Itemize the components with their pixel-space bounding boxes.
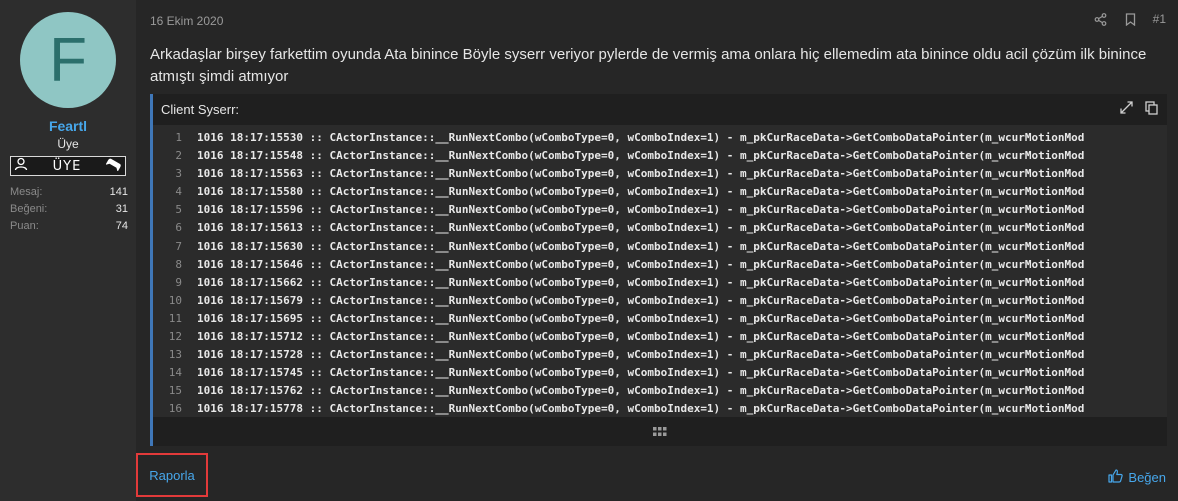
- avatar[interactable]: F: [20, 12, 116, 108]
- code-line: 5 1016 18:17:15596 :: CActorInstance::__R…: [153, 201, 1167, 219]
- code-line-text: 1016 18:17:15613 :: CActorInstance::__Ru…: [197, 221, 1085, 235]
- copy-icon[interactable]: [1145, 100, 1158, 118]
- report-link[interactable]: Raporla: [136, 453, 208, 497]
- code-line-number: 1: [175, 131, 182, 144]
- code-line-number: 16: [168, 402, 182, 416]
- code-line-number: 6: [175, 221, 182, 235]
- user-title: Üye: [57, 137, 79, 151]
- code-line-text: 1016 18:17:15662 :: CActorInstance::__Ru…: [197, 275, 1085, 289]
- gamepad-icon: [105, 157, 122, 176]
- code-line: 4 1016 18:17:15580 :: CActorInstance::__R…: [153, 183, 1167, 201]
- grid-icon[interactable]: [653, 424, 667, 442]
- code-line: 6 1016 18:17:15613 :: CActorInstance::__R…: [153, 219, 1167, 237]
- code-line-number: 3: [175, 167, 182, 181]
- code-line: 10 1016 18:17:15679 :: CActorInstance::__…: [153, 292, 1167, 310]
- code-line-text: 1016 18:17:15728 :: CActorInstance::__Ru…: [197, 348, 1085, 362]
- code-line-text: 1016 18:17:15596 :: CActorInstance::__Ru…: [197, 203, 1085, 217]
- stat-messages: Mesaj: 141: [10, 186, 128, 198]
- post-text: Arkadaşlar birşey farkettim oyunda Ata b…: [150, 46, 1147, 85]
- code-line-text: 1016 18:17:15762 :: CActorInstance::__Ru…: [197, 384, 1085, 398]
- code-lines: 1 1016 18:17:15530 :: CActorInstance::__R…: [153, 125, 1167, 417]
- code-line-text: 1016 18:17:15712 :: CActorInstance::__Ru…: [197, 330, 1085, 344]
- code-line-number: 14: [168, 366, 182, 380]
- code-line: 11 1016 18:17:15695 :: CActorInstance::__…: [153, 310, 1167, 328]
- user-sidebar: F Feartl Üye ÜYE Mesaj: 141 Beğeni: 31 P…: [0, 0, 136, 501]
- code-line-number: 7: [175, 239, 182, 253]
- user-banner: ÜYE: [10, 156, 126, 176]
- code-title: Client Syserr:: [161, 101, 240, 117]
- code-line: 9 1016 18:17:15662 :: CActorInstance::__R…: [153, 274, 1167, 292]
- code-line: 14 1016 18:17:15745 :: CActorInstance::__…: [153, 364, 1167, 382]
- code-line-number: 2: [175, 149, 182, 163]
- code-line-number: 12: [168, 330, 182, 344]
- code-line-number: 10: [168, 293, 182, 307]
- user-banner-label: ÜYE: [52, 158, 82, 174]
- post-actions: #1: [1093, 11, 1166, 27]
- thumbs-up-icon: [1108, 469, 1124, 486]
- code-line-text: 1016 18:17:15580 :: CActorInstance::__Ru…: [197, 185, 1085, 199]
- code-line-text: 1016 18:17:15695 :: CActorInstance::__Ru…: [197, 311, 1085, 325]
- code-line-text: 1016 18:17:15548 :: CActorInstance::__Ru…: [197, 149, 1085, 163]
- user-stats: Mesaj: 141 Beğeni: 31 Puan: 74: [10, 184, 128, 235]
- post-number[interactable]: #1: [1153, 12, 1166, 26]
- code-line: 8 1016 18:17:15646 :: CActorInstance::__R…: [153, 256, 1167, 274]
- code-line: 7 1016 18:17:15630 :: CActorInstance::__R…: [153, 238, 1167, 256]
- code-line: 3 1016 18:17:15563 :: CActorInstance::__R…: [153, 165, 1167, 183]
- post-date[interactable]: 16 Ekim 2020: [150, 14, 223, 28]
- code-header: Client Syserr:: [153, 94, 1167, 124]
- like-button[interactable]: Beğen: [1108, 469, 1166, 486]
- code-block: Client Syserr: 1 1016 18:17:15530 :: CAct…: [150, 94, 1167, 446]
- share-icon[interactable]: [1093, 11, 1109, 27]
- code-line-number: 13: [168, 348, 182, 362]
- code-line-text: 1016 18:17:15679 :: CActorInstance::__Ru…: [197, 293, 1085, 307]
- code-line-number: 15: [168, 384, 182, 398]
- stat-points: Puan: 74: [10, 220, 128, 232]
- code-line-number: 11: [168, 311, 182, 325]
- code-line: 12 1016 18:17:15712 :: CActorInstance::__…: [153, 328, 1167, 346]
- code-line-text: 1016 18:17:15745 :: CActorInstance::__Ru…: [197, 366, 1085, 380]
- code-line-text: 1016 18:17:15563 :: CActorInstance::__Ru…: [197, 167, 1085, 181]
- post-main: 16 Ekim 2020 #1 Arkadaşlar birşey farket…: [137, 0, 1178, 501]
- code-body[interactable]: 1 1016 18:17:15530 :: CActorInstance::__R…: [153, 125, 1167, 417]
- expand-icon[interactable]: [1120, 101, 1133, 117]
- code-line-number: 8: [175, 257, 182, 271]
- code-line-number: 9: [175, 275, 182, 289]
- code-line-text: 1016 18:17:15778 :: CActorInstance::__Ru…: [197, 402, 1085, 416]
- code-line: 13 1016 18:17:15728 :: CActorInstance::__…: [153, 346, 1167, 364]
- code-line: 1 1016 18:17:15530 :: CActorInstance::__R…: [153, 129, 1167, 147]
- code-line-text: 1016 18:17:15630 :: CActorInstance::__Ru…: [197, 239, 1085, 253]
- stat-likes: Beğeni: 31: [10, 203, 128, 215]
- like-label: Beğen: [1128, 470, 1166, 485]
- code-line-number: 4: [175, 185, 182, 199]
- username-link[interactable]: Feartl: [0, 118, 136, 134]
- code-line: 2 1016 18:17:15548 :: CActorInstance::__R…: [153, 147, 1167, 165]
- code-expand-toggle[interactable]: [153, 420, 1167, 446]
- code-line: 15 1016 18:17:15762 :: CActorInstance::__…: [153, 382, 1167, 400]
- code-line-number: 5: [175, 203, 182, 217]
- code-tools: [1120, 100, 1158, 118]
- code-line-text: 1016 18:17:15646 :: CActorInstance::__Ru…: [197, 257, 1085, 271]
- code-line: 16 1016 18:17:15778 :: CActorInstance::__…: [153, 400, 1167, 417]
- user-icon: [14, 157, 28, 176]
- bookmark-icon[interactable]: [1123, 11, 1139, 27]
- code-line-text: 1016 18:17:15530 :: CActorInstance::__Ru…: [197, 131, 1085, 144]
- avatar-letter: F: [49, 25, 87, 95]
